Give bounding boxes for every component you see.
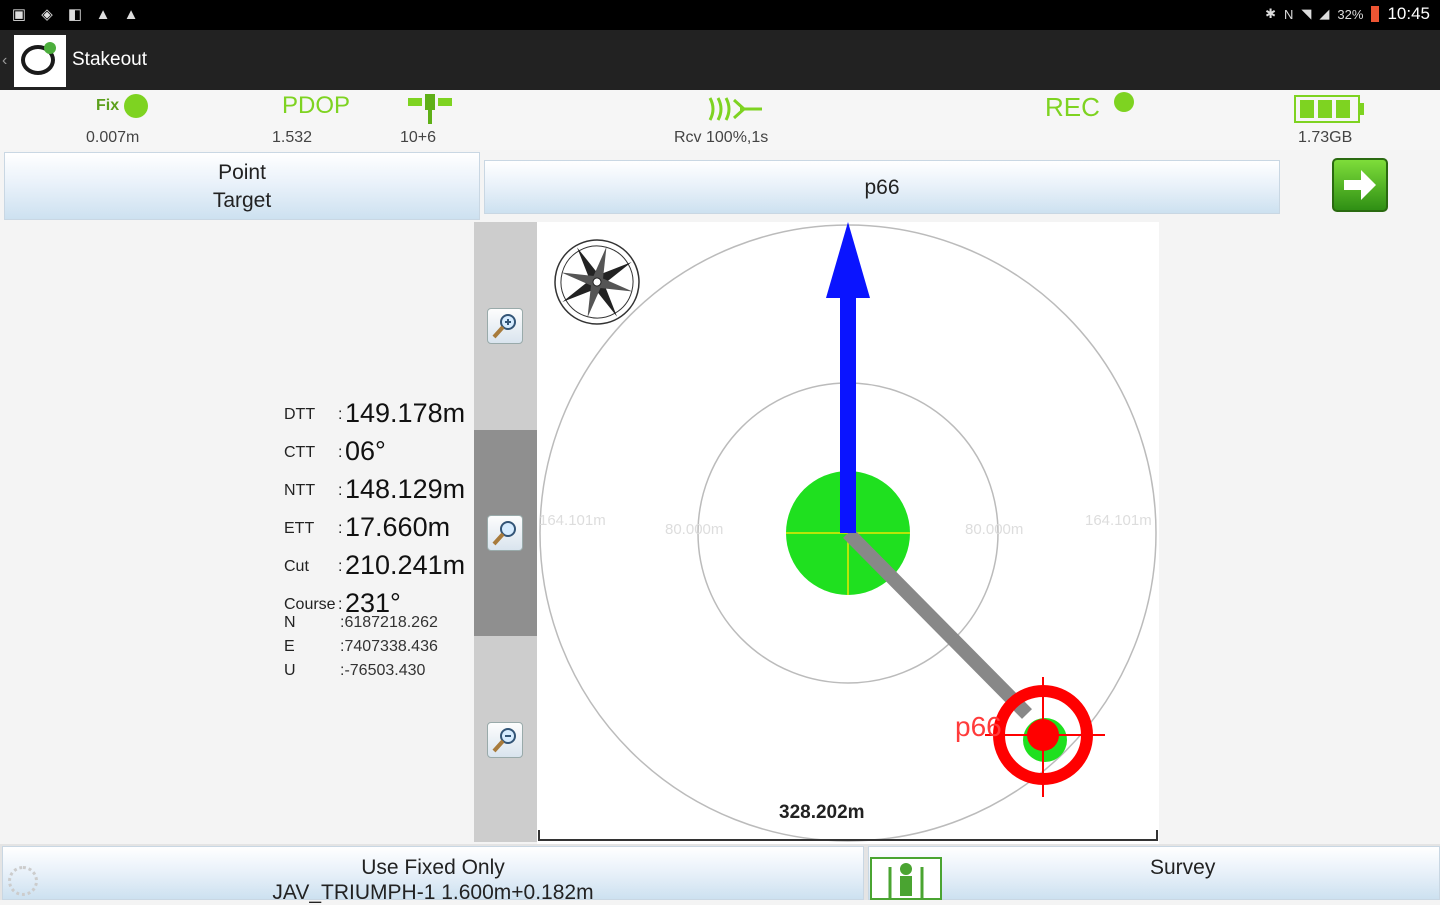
heading-arrow-head bbox=[826, 222, 870, 298]
storage-battery-icon[interactable] bbox=[1294, 94, 1366, 124]
pdop-value: 1.532 bbox=[272, 129, 313, 146]
app-logo-icon[interactable] bbox=[14, 35, 66, 87]
readout-label: CTT bbox=[284, 444, 316, 461]
ring-label-left-outer: 164.101m bbox=[539, 512, 606, 529]
warning-icon: ▲ bbox=[95, 6, 111, 23]
compass-rose-icon bbox=[554, 239, 640, 325]
readout-label: NTT bbox=[284, 482, 316, 499]
shield-icon: ◈ bbox=[41, 6, 53, 23]
readout-value: 148.129m bbox=[345, 474, 466, 504]
readout-colon: : bbox=[338, 406, 343, 423]
target-mode-line2: Target bbox=[212, 189, 272, 212]
action-bar: ‹ Stakeout bbox=[0, 30, 1440, 90]
fix-precision: 0.007m bbox=[86, 129, 140, 146]
readout-value: :7407338.436 bbox=[340, 638, 438, 655]
readout-label: E bbox=[284, 638, 295, 655]
clock: 10:45 bbox=[1387, 4, 1430, 23]
target-point-label: p66 bbox=[955, 711, 1002, 742]
antenna-info: JAV_TRIUMPH-1 1.600m+0.182m bbox=[272, 881, 594, 904]
arrow-right-icon bbox=[1344, 170, 1376, 200]
zoom-in-button[interactable] bbox=[487, 308, 523, 344]
target-mode-line1: Point bbox=[218, 161, 266, 184]
magnifier-icon bbox=[492, 728, 516, 753]
satellite-count: 10+6 bbox=[400, 129, 437, 146]
readout-label: U bbox=[284, 662, 296, 679]
fix-indicator[interactable]: Fix bbox=[96, 94, 148, 118]
readout-label: DTT bbox=[284, 406, 316, 423]
stakeout-map[interactable]: 164.101m 80.000m 80.000m 164.101m p66 32… bbox=[537, 222, 1159, 844]
magnifier-icon bbox=[492, 521, 516, 546]
readout-label: ETT bbox=[284, 520, 315, 537]
surveyor-icon bbox=[888, 863, 924, 899]
info-bar: Fix 0.007m PDOP 1.532 10+6 Rcv 100%,1s R… bbox=[0, 90, 1440, 150]
page-title: Stakeout bbox=[72, 49, 147, 70]
fix-label: Fix bbox=[96, 97, 120, 115]
next-arrow-button[interactable] bbox=[1332, 158, 1388, 212]
satellite-icon[interactable] bbox=[408, 94, 452, 124]
readout-value: :-76503.430 bbox=[340, 662, 426, 679]
battery-icon bbox=[1371, 6, 1380, 22]
pdop-label[interactable]: PDOP bbox=[282, 92, 350, 120]
rec-status-icon bbox=[1114, 92, 1135, 112]
fix-mode-button[interactable]: Use Fixed Only JAV_TRIUMPH-1 1.600m+0.18… bbox=[2, 846, 864, 904]
readout-panel: : DTT 149.178m: CTT 06°: NTT 148.129m: ETT 17.66… bbox=[0, 222, 474, 842]
fix-status-icon bbox=[123, 94, 148, 118]
signal-icon: ◢ bbox=[1319, 6, 1330, 21]
ring-label-right-inner: 80.000m bbox=[965, 521, 1023, 538]
map-scale-bar bbox=[538, 830, 1158, 841]
receiver-status: Rcv 100%,1s bbox=[674, 129, 769, 146]
readout-label: Cut bbox=[284, 558, 309, 575]
battery-text: 32% bbox=[1337, 6, 1364, 22]
fix-mode-label: Use Fixed Only bbox=[361, 856, 505, 879]
survey-mode-icon[interactable] bbox=[870, 857, 942, 900]
status-bar: ▣ ◈ ◧ ▲ ▲ ✱ N ◥ ◢ 32% 10:45 bbox=[0, 0, 1440, 30]
readout-label: N bbox=[284, 614, 296, 631]
readout-value: 17.660m bbox=[345, 512, 451, 542]
ring-label-right-outer: 164.101m bbox=[1085, 512, 1152, 529]
gallery-icon: ▣ bbox=[11, 6, 27, 23]
readout-value: 06° bbox=[345, 436, 386, 466]
back-chevron-icon[interactable]: ‹ bbox=[2, 52, 7, 70]
record-indicator[interactable]: REC bbox=[1045, 92, 1135, 123]
warning-icon: ▲ bbox=[123, 6, 139, 23]
readout-colon: : bbox=[338, 596, 343, 613]
readout-value: 149.178m bbox=[345, 398, 466, 428]
radio-signal-icon[interactable] bbox=[704, 94, 764, 124]
readout-label: Course bbox=[284, 596, 336, 613]
readout-colon: : bbox=[338, 558, 343, 575]
ring-label-left-inner: 80.000m bbox=[665, 521, 723, 538]
settings-gear-icon[interactable] bbox=[8, 866, 38, 896]
survey-label: Survey bbox=[1150, 856, 1216, 879]
readout-value: :6187218.262 bbox=[340, 614, 438, 631]
map-scale-label: 328.202m bbox=[779, 802, 865, 823]
direction-to-target-line bbox=[843, 528, 1032, 719]
storage-free: 1.73GB bbox=[1298, 129, 1353, 146]
point-target-button[interactable]: Point Target bbox=[4, 152, 480, 220]
nfc-icon: N bbox=[1284, 6, 1294, 22]
bluetooth-icon: ✱ bbox=[1265, 6, 1277, 21]
readout-value: 210.241m bbox=[345, 550, 466, 580]
readout-colon: : bbox=[338, 482, 343, 499]
readout-colon: : bbox=[338, 444, 343, 461]
magnifier-icon bbox=[492, 314, 516, 339]
zoom-fit-button[interactable] bbox=[487, 515, 523, 551]
wifi-icon: ◥ bbox=[1301, 6, 1312, 21]
zoom-out-button[interactable] bbox=[487, 722, 523, 758]
rec-label: REC bbox=[1045, 92, 1100, 122]
target-point-field[interactable]: p66 bbox=[484, 160, 1280, 214]
readout-colon: : bbox=[338, 520, 343, 537]
mute-icon: ◧ bbox=[67, 6, 83, 23]
